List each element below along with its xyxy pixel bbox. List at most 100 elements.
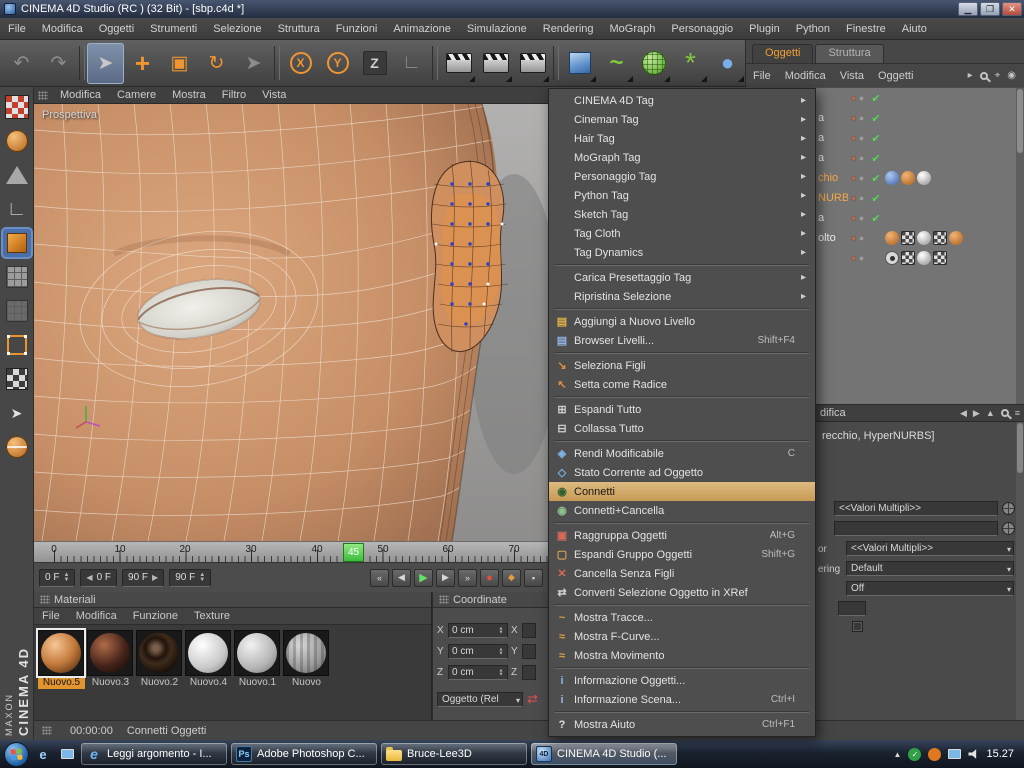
visibility-dot[interactable]	[859, 136, 864, 141]
context-menu-item[interactable]: Python Tag ▸	[549, 186, 815, 205]
visibility-dot[interactable]	[859, 176, 864, 181]
globe-icon[interactable]	[1002, 502, 1015, 515]
y-size-field[interactable]	[522, 644, 536, 659]
tray-expand-icon[interactable]: ▲	[894, 750, 902, 759]
z-size-field[interactable]	[522, 665, 536, 680]
off-dropdown[interactable]: Off	[846, 581, 1014, 596]
add-hypernurbs-button[interactable]	[635, 43, 672, 84]
visibility-dot[interactable]	[851, 96, 856, 101]
enable-check-icon[interactable]: ✔	[869, 112, 883, 125]
material-item[interactable]: Nuovo.2	[136, 630, 183, 689]
context-menu-item[interactable]: ▤ Browser Livelli... Shift+F4	[549, 331, 815, 350]
viewport-menu-item[interactable]: Vista	[254, 87, 294, 104]
panel-grip[interactable]	[42, 726, 52, 735]
menu-item[interactable]: Modifica	[34, 18, 91, 40]
object-manager-scrollbar[interactable]	[1016, 88, 1024, 404]
object-manager-menu-item[interactable]: File	[746, 70, 778, 82]
x-position-field[interactable]: 0 cm	[448, 623, 508, 638]
visibility-dot[interactable]	[851, 176, 856, 181]
enable-check-icon[interactable]: ✔	[869, 212, 883, 225]
layer-field[interactable]	[834, 521, 998, 536]
context-menu-item[interactable]: Personaggio Tag ▸	[549, 167, 815, 186]
viewport-canvas[interactable]	[34, 104, 548, 541]
menu-item[interactable]: Simulazione	[459, 18, 535, 40]
add-metaball-button[interactable]: ●	[709, 43, 746, 84]
context-menu-item[interactable]: i Informazione Oggetti...	[549, 671, 815, 690]
polygons-mode-button[interactable]	[3, 331, 31, 359]
context-menu-item[interactable]: ↖ Setta come Radice	[549, 375, 815, 394]
visibility-dot[interactable]	[859, 216, 864, 221]
quicklaunch-explorer-icon[interactable]	[57, 744, 77, 764]
back-icon[interactable]: ◀	[960, 408, 967, 419]
context-menu-item[interactable]: MoGraph Tag ▸	[549, 148, 815, 167]
taskbar-window-folder[interactable]: Bruce-Lee3D	[381, 743, 527, 765]
context-menu-item[interactable]	[555, 308, 809, 310]
visibility-dot[interactable]	[859, 96, 864, 101]
visibility-dot[interactable]	[851, 236, 856, 241]
material-tag-icon[interactable]	[917, 171, 931, 185]
points-mode-button[interactable]	[3, 263, 31, 291]
visibility-dot[interactable]	[859, 116, 864, 121]
materials-menu-item[interactable]: Texture	[186, 610, 238, 622]
autokey-button[interactable]: ▪	[524, 569, 543, 587]
context-menu-item[interactable]: CINEMA 4D Tag ▸	[549, 91, 815, 110]
material-tag-icon[interactable]	[949, 231, 963, 245]
visibility-dot[interactable]	[859, 256, 864, 261]
up-icon[interactable]: ▲	[986, 408, 995, 418]
context-menu-item[interactable]: Hair Tag ▸	[549, 129, 815, 148]
add-spline-button[interactable]: ~	[598, 43, 635, 84]
context-menu-item[interactable]	[555, 440, 809, 442]
viewport-menu-item[interactable]: Modifica	[52, 87, 109, 104]
enable-check-icon[interactable]: ✔	[869, 172, 883, 185]
menu-item[interactable]: Aiuto	[894, 18, 935, 40]
material-tag-icon[interactable]	[901, 171, 915, 185]
object-row[interactable]: a ✔	[816, 148, 1024, 168]
object-manager-menu-item[interactable]: Oggetti	[871, 70, 920, 82]
y-position-field[interactable]: 0 cm	[448, 644, 508, 659]
current-frame-marker[interactable]: 45	[343, 543, 364, 562]
context-menu-item[interactable]: ◉ Connetti	[549, 482, 815, 501]
context-menu-item[interactable]: ≈ Mostra Movimento	[549, 646, 815, 665]
context-menu-item[interactable]: Tag Dynamics ▸	[549, 243, 815, 262]
z-position-field[interactable]: 0 cm	[448, 665, 508, 680]
context-menu-item[interactable]	[555, 522, 809, 524]
panel-grip[interactable]	[40, 595, 50, 604]
viewport-menu-item[interactable]: Camere	[109, 87, 164, 104]
option-checkbox[interactable]	[852, 621, 863, 632]
render-settings-button[interactable]	[514, 43, 551, 84]
object-row[interactable]: a ✔	[816, 128, 1024, 148]
materials-menu-item[interactable]: Modifica	[68, 610, 125, 622]
context-menu-item[interactable]: ▤ Aggiungi a Nuovo Livello	[549, 312, 815, 331]
search-icon[interactable]	[1001, 409, 1009, 417]
visibility-dot[interactable]	[859, 236, 864, 241]
taskbar-window-browser[interactable]: e Leggi argomento - I...	[81, 743, 227, 765]
material-item[interactable]: Nuovo.5	[38, 630, 85, 689]
frame-end-field[interactable]: 90 F	[169, 569, 211, 587]
context-menu-item[interactable]: Sketch Tag ▸	[549, 205, 815, 224]
context-menu-item[interactable]: ◇ Stato Corrente ad Oggetto	[549, 463, 815, 482]
move-tool[interactable]: +	[124, 43, 161, 84]
coordinates-header[interactable]: Coordinate	[433, 592, 548, 608]
menu-item[interactable]: Personaggio	[663, 18, 741, 40]
x-size-field[interactable]	[522, 623, 536, 638]
search-icon[interactable]	[980, 72, 988, 80]
texture-tag-icon[interactable]	[901, 251, 915, 265]
menu-icon[interactable]: ≡	[1015, 408, 1020, 418]
menu-item[interactable]: Plugin	[741, 18, 788, 40]
record-button[interactable]: ●	[480, 569, 499, 587]
material-tag-icon[interactable]	[885, 231, 899, 245]
model-mode-button[interactable]	[3, 161, 31, 189]
stepper-icon[interactable]	[499, 648, 504, 656]
go-to-end-button[interactable]: »	[458, 569, 477, 587]
apply-swap-icon[interactable]: ⇄	[527, 691, 538, 707]
lock-x-axis-button[interactable]: X	[282, 43, 319, 84]
menu-item[interactable]: Animazione	[385, 18, 458, 40]
context-menu-item[interactable]	[555, 711, 809, 713]
texture-mode-button[interactable]	[3, 127, 31, 155]
keyframe-button[interactable]: ◆	[502, 569, 521, 587]
material-tag-icon[interactable]	[917, 251, 931, 265]
context-menu-item[interactable]: ~ Mostra Tracce...	[549, 608, 815, 627]
range-start-field[interactable]: ◀0 F	[80, 569, 117, 587]
coordinate-system-button[interactable]: ∟	[393, 43, 430, 84]
visibility-dot[interactable]	[851, 256, 856, 261]
